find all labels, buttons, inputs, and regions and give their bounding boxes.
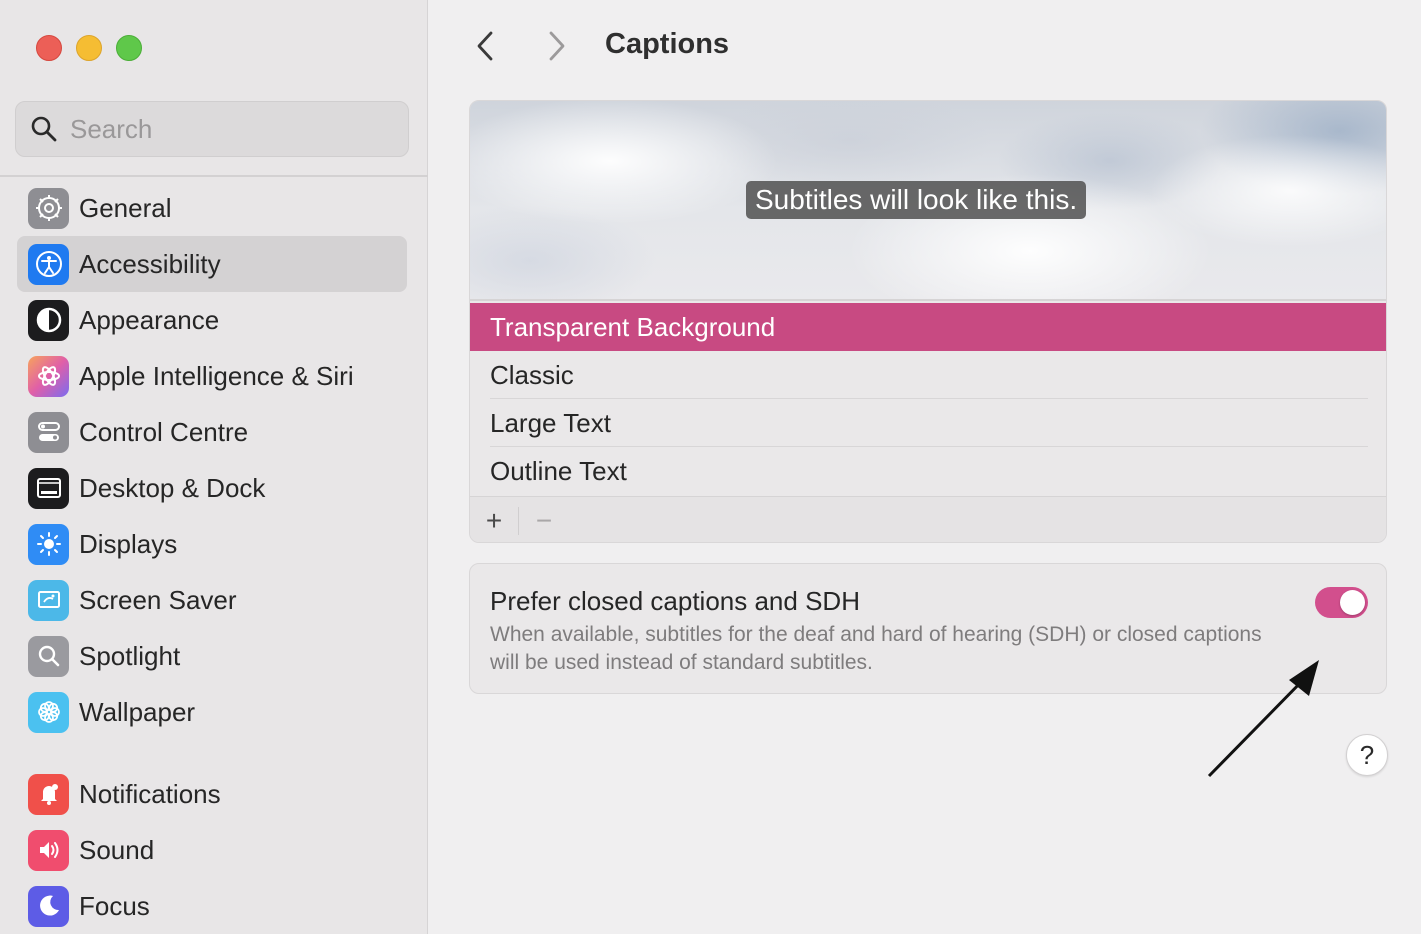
preview-subtitle-text: Subtitles will look like this. xyxy=(746,181,1087,219)
sidebar-item-label: General xyxy=(79,192,172,223)
style-option-classic[interactable]: Classic xyxy=(470,351,1386,399)
sun-icon xyxy=(28,523,69,565)
caption-style-card: Subtitles will look like this. Transpare… xyxy=(469,100,1387,543)
moon-icon xyxy=(28,885,69,927)
spotlight-icon xyxy=(28,635,69,677)
accessibility-icon xyxy=(28,243,69,285)
sidebar-item-general[interactable]: General xyxy=(17,180,407,236)
sidebar-item-label: Appearance xyxy=(79,304,220,335)
annotation-arrow-icon xyxy=(1207,660,1319,778)
sidebar-item-accessibility[interactable]: Accessibility xyxy=(17,236,407,292)
remove-style-button[interactable]: − xyxy=(526,503,562,539)
control-centre-icon xyxy=(28,411,69,453)
closed-captions-toggle[interactable] xyxy=(1315,587,1368,618)
appearance-icon xyxy=(28,299,69,341)
style-option-label: Large Text xyxy=(490,407,611,438)
search-field[interactable] xyxy=(15,101,409,157)
pref-description: When available, subtitles for the deaf a… xyxy=(490,623,1262,674)
caption-preview: Subtitles will look like this. xyxy=(470,101,1386,301)
add-style-button[interactable]: + xyxy=(476,503,512,539)
forward-button[interactable] xyxy=(539,28,575,64)
gear-icon xyxy=(28,187,69,229)
main-panel: Captions Subtitles will look like this. … xyxy=(429,0,1421,934)
footer-divider xyxy=(518,507,519,535)
sidebar-item-focus[interactable]: Focus xyxy=(17,878,407,934)
toggle-knob xyxy=(1340,590,1365,615)
minimize-window-button[interactable] xyxy=(76,35,102,61)
style-option-transparent-background[interactable]: Transparent Background xyxy=(470,303,1386,351)
sidebar-item-label: Sound xyxy=(79,834,155,865)
sidebar-item-apple-intelligence-siri[interactable]: Apple Intelligence & Siri xyxy=(17,348,407,404)
sidebar-item-label: Focus xyxy=(79,890,150,921)
help-button[interactable]: ? xyxy=(1346,734,1388,776)
sidebar-item-wallpaper[interactable]: Wallpaper xyxy=(17,684,407,740)
sidebar-item-notifications[interactable]: Notifications xyxy=(17,766,407,822)
sidebar-item-label: Wallpaper xyxy=(79,696,196,727)
sidebar: General Accessibility Appearance Apple I… xyxy=(0,0,428,934)
dock-icon xyxy=(28,467,69,509)
speaker-icon xyxy=(28,829,69,871)
sidebar-item-label: Accessibility xyxy=(79,248,221,279)
style-option-label: Classic xyxy=(490,359,574,390)
list-footer: + − xyxy=(470,496,1386,542)
sidebar-item-label: Screen Saver xyxy=(79,584,237,615)
bell-icon xyxy=(28,773,69,815)
flower-icon xyxy=(28,691,69,733)
zoom-window-button[interactable] xyxy=(116,35,142,61)
screen-saver-icon xyxy=(28,579,69,621)
sidebar-item-desktop-dock[interactable]: Desktop & Dock xyxy=(17,460,407,516)
style-option-large-text[interactable]: Large Text xyxy=(470,399,1386,447)
back-button[interactable] xyxy=(467,28,503,64)
sidebar-item-label: Notifications xyxy=(79,778,221,809)
window-controls xyxy=(36,35,142,61)
style-option-label: Outline Text xyxy=(490,455,627,486)
sidebar-item-label: Desktop & Dock xyxy=(79,472,266,503)
search-icon xyxy=(31,116,57,142)
sidebar-item-appearance[interactable]: Appearance xyxy=(17,292,407,348)
sidebar-item-label: Apple Intelligence & Siri xyxy=(79,360,354,391)
close-window-button[interactable] xyxy=(36,35,62,61)
sidebar-divider xyxy=(0,175,428,177)
chevron-right-icon xyxy=(549,31,565,61)
sidebar-item-control-centre[interactable]: Control Centre xyxy=(17,404,407,460)
sidebar-item-label: Control Centre xyxy=(79,416,249,447)
style-option-label: Transparent Background xyxy=(490,311,776,342)
pref-title: Prefer closed captions and SDH xyxy=(490,586,860,616)
siri-icon xyxy=(28,355,69,397)
sidebar-item-screen-saver[interactable]: Screen Saver xyxy=(17,572,407,628)
sidebar-item-sound[interactable]: Sound xyxy=(17,822,407,878)
sidebar-item-label: Spotlight xyxy=(79,640,181,671)
sidebar-item-displays[interactable]: Displays xyxy=(17,516,407,572)
sidebar-item-spotlight[interactable]: Spotlight xyxy=(17,628,407,684)
style-option-outline-text[interactable]: Outline Text xyxy=(470,447,1386,495)
page-title: Captions xyxy=(605,28,730,60)
chevron-left-icon xyxy=(477,31,493,61)
sidebar-item-label: Displays xyxy=(79,528,178,559)
search-input[interactable] xyxy=(70,113,390,145)
